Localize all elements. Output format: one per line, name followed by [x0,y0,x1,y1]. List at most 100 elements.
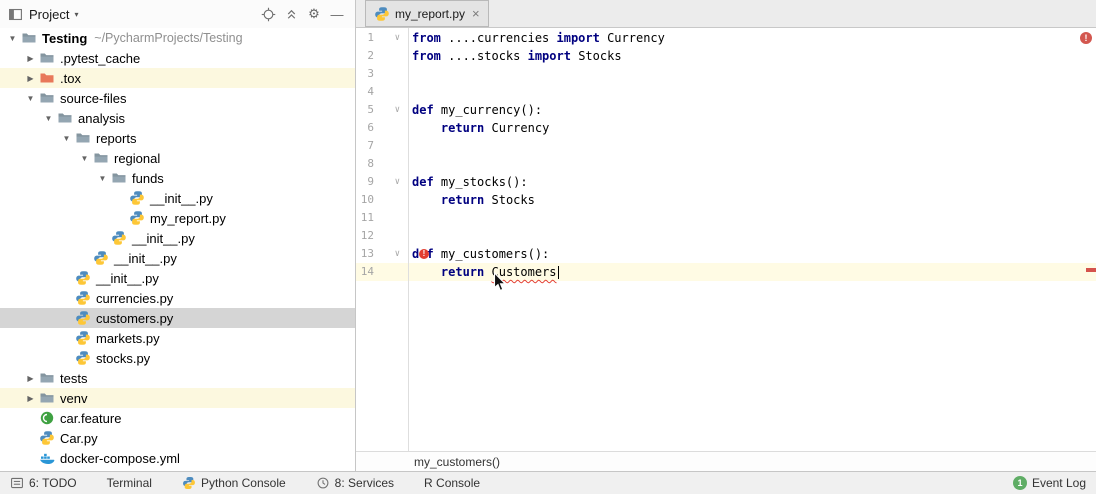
tree-item-reports[interactable]: ▼ reports [0,128,355,148]
fold-arrow-icon[interactable]: ∨ [374,173,407,191]
tree-item-regional[interactable]: ▼ regional [0,148,355,168]
code-line-5[interactable]: 5 ∨ def my_currency(): [356,101,1096,119]
tree-item-funds[interactable]: ▼ funds [0,168,355,188]
project-panel-title[interactable]: Project [29,7,69,22]
hide-panel-icon[interactable]: — [327,4,347,24]
tree-item-currencies-py[interactable]: currencies.py [0,288,355,308]
tree-item-label: my_report.py [150,210,226,226]
tree-item-pytest-cache[interactable]: ▶ .pytest_cache [0,48,355,68]
tree-item-testing[interactable]: ▼ Testing ~/PycharmProjects/Testing [0,28,355,48]
tree-item-markets-py[interactable]: markets.py [0,328,355,348]
tree-item-label: Car.py [60,430,98,446]
tab-my-report-py[interactable]: my_report.py × [365,0,489,27]
folder-icon [93,150,109,166]
tree-item-label: docker-compose.yml [60,450,180,466]
tree-item-label: car.feature [60,410,122,426]
status-item-event-log[interactable]: 1 Event Log [1012,476,1086,490]
expand-arrow-icon[interactable]: ▶ [22,394,39,403]
expand-arrow-icon[interactable]: ▶ [22,374,39,383]
project-tool-window-icon [7,4,23,24]
top-strip: Project ▾ ⚙ — my_report.py × [0,0,1096,28]
code-line-7[interactable]: 7 [356,137,1096,155]
line-number: 7 [367,139,374,152]
code-text: def my_currency(): [407,101,542,119]
tree-item-tox[interactable]: ▶ .tox [0,68,355,88]
settings-gear-icon[interactable]: ⚙ [304,4,324,24]
expand-arrow-icon[interactable]: ▶ [22,54,39,63]
code-area[interactable]: ! 1 ∨ from ....currencies import Currency 2… [356,28,1096,451]
tree-item-car-feature[interactable]: car.feature [0,408,355,428]
folder-excluded-icon [39,70,55,86]
python-icon [93,250,109,266]
code-line-6[interactable]: 6 return Currency [356,119,1096,137]
tree-item-docker-compose-yml[interactable]: docker-compose.yml [0,448,355,468]
collapse-arrow-icon[interactable]: ▼ [22,94,39,103]
tree-item-customers-py[interactable]: customers.py [0,308,355,328]
code-line-9[interactable]: 9 ∨ def my_stocks(): [356,173,1096,191]
tree-item-venv[interactable]: ▶ venv [0,388,355,408]
status-item-terminal[interactable]: Terminal [107,476,152,490]
collapse-arrow-icon[interactable]: ▼ [94,174,111,183]
collapse-arrow-icon[interactable]: ▼ [76,154,93,163]
tree-item-label: __init__.py [114,250,177,266]
collapse-arrow-icon[interactable]: ▼ [4,34,21,43]
error-stripe-mark[interactable] [1086,268,1096,272]
close-icon[interactable]: × [472,7,480,20]
code-line-2[interactable]: 2 from ....stocks import Stocks [356,47,1096,65]
tree-item-label: analysis [78,110,125,126]
status-item-label: Event Log [1031,476,1086,490]
status-item-6-todo[interactable]: 6: TODO [10,476,77,490]
code-line-11[interactable]: 11 [356,209,1096,227]
folder-icon [39,50,55,66]
tree-item-my-report-py[interactable]: my_report.py [0,208,355,228]
collapse-arrow-icon[interactable]: ▼ [40,114,57,123]
cucumber-icon [39,410,55,426]
code-line-12[interactable]: 12 [356,227,1096,245]
code-segment: def [412,175,434,189]
code-segment: Stocks [570,49,622,63]
code-line-8[interactable]: 8 [356,155,1096,173]
code-segment: return [440,265,485,279]
status-bar: 6: TODO Terminal Python Console 8: Services… [0,471,1096,494]
status-item-python-console[interactable]: Python Console [182,476,286,490]
editor-tab-bar: my_report.py × [356,0,1096,28]
line-number: 2 [367,49,374,62]
code-line-3[interactable]: 3 [356,65,1096,83]
status-item-8-services[interactable]: 8: Services [316,476,394,490]
tree-item-stocks-py[interactable]: stocks.py [0,348,355,368]
expand-arrow-icon[interactable]: ▶ [22,74,39,83]
chevron-down-icon[interactable]: ▾ [74,10,78,19]
code-line-10[interactable]: 10 return Stocks [356,191,1096,209]
code-line-14[interactable]: 14 return Customers [356,263,1096,281]
collapse-arrow-icon[interactable]: ▼ [58,134,75,143]
locate-icon[interactable] [258,4,278,24]
tree-item-init-py[interactable]: __init__.py [0,228,355,248]
code-text: from ....currencies import Currency [407,29,665,47]
collapse-all-icon[interactable] [281,4,301,24]
tree-item-tests[interactable]: ▶ tests [0,368,355,388]
python-icon [39,430,55,446]
code-line-13[interactable]: 13∨def my_customers():! [356,245,1096,263]
tree-item-init-py[interactable]: __init__.py [0,268,355,288]
tree-item-init-py[interactable]: __init__.py [0,188,355,208]
fold-arrow-icon[interactable]: ∨ [374,245,407,263]
python-icon [75,330,91,346]
line-number: 14 [360,265,374,278]
inspection-error-icon[interactable]: ! [1080,32,1092,44]
code-line-1[interactable]: 1 ∨ from ....currencies import Currency [356,29,1096,47]
tree-item-init-py[interactable]: __init__.py [0,248,355,268]
tree-item-label: .tox [60,70,81,86]
code-line-4[interactable]: 4 [356,83,1096,101]
tree-item-source-files[interactable]: ▼ source-files [0,88,355,108]
breadcrumb-item[interactable]: my_customers() [414,455,500,469]
status-item-r-console[interactable]: R Console [424,476,480,490]
fold-arrow-icon[interactable]: ∨ [374,101,407,119]
line-number: 6 [367,121,374,134]
tree-item-car-py[interactable]: Car.py [0,428,355,448]
tree-item-analysis[interactable]: ▼ analysis [0,108,355,128]
fold-arrow-icon[interactable]: ∨ [374,29,407,47]
tree-item-label: source-files [60,90,127,106]
